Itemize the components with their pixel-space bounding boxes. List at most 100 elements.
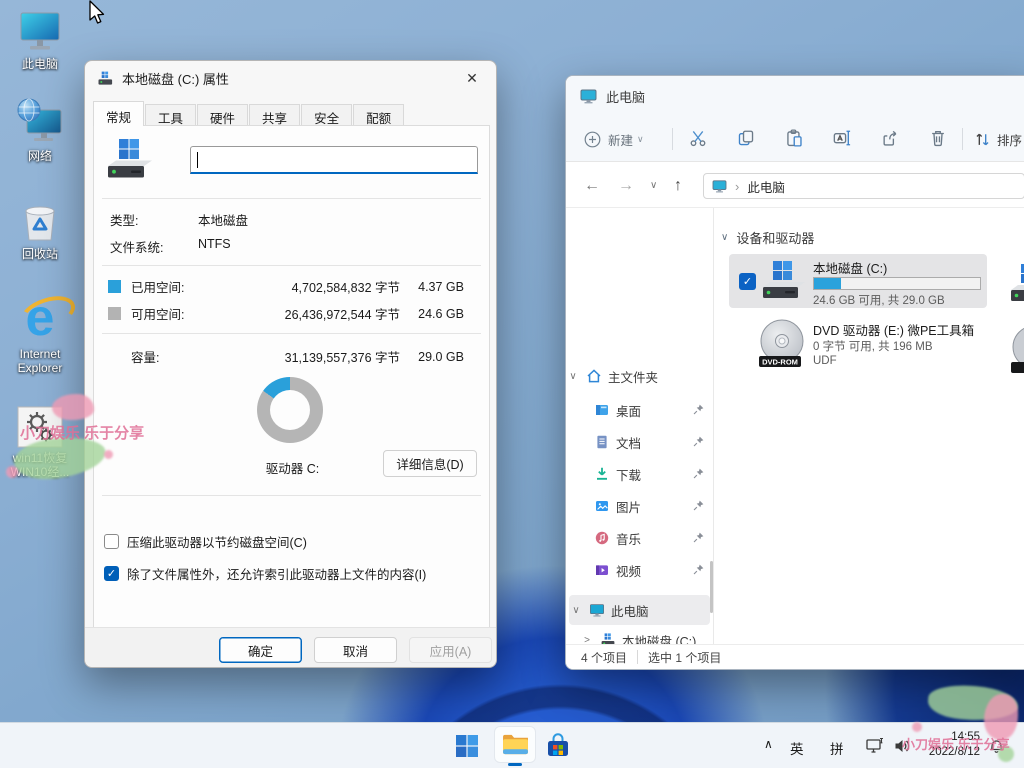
free-space-label: 可用空间: — [131, 304, 250, 323]
this-pc-icon — [712, 180, 727, 193]
selection-count: 选中 1 个项目 — [648, 649, 721, 666]
drive-filesystem: UDF — [813, 355, 837, 367]
explorer-titlebar: 此电脑 新建 ∨ — [566, 76, 1024, 162]
desktop-folder-icon — [594, 402, 610, 418]
capacity-gb: 29.0 GB — [400, 350, 464, 364]
tab-security[interactable]: 安全 — [301, 104, 352, 126]
desktop-icon-label: 回收站 — [22, 247, 58, 261]
network-icon — [15, 100, 65, 146]
trash-icon — [929, 129, 947, 147]
desktop-icon-network[interactable]: 网络 — [4, 100, 76, 163]
desktop-icon-win11-restore[interactable]: win11恢复 WIN10经... — [4, 402, 76, 479]
used-space-row: 已用空间: 4,702,584,832 字节 4.37 GB — [108, 277, 464, 296]
share-button[interactable] — [872, 122, 908, 154]
delete-button[interactable] — [920, 122, 956, 154]
sidebar-item-downloads[interactable]: 下载 — [566, 459, 713, 489]
free-space-gb: 24.6 GB — [400, 307, 464, 321]
windows-drive-icon — [761, 260, 807, 302]
navigation-pane: ∨ 主文件夹 桌面 文档 — [566, 208, 713, 644]
clock[interactable]: 14:55 2022/8/12 — [929, 730, 980, 760]
text-caret — [197, 152, 198, 168]
file-explorer-taskbar-button[interactable] — [494, 726, 536, 763]
checkbox-checked[interactable]: ✓ — [104, 566, 119, 581]
internet-explorer-icon: e — [26, 288, 55, 344]
close-icon[interactable]: ✕ — [454, 63, 490, 93]
tab-tools[interactable]: 工具 — [145, 104, 196, 126]
navigation-bar: ← → ∨ ↑ › 此电脑 — [566, 163, 1024, 208]
desktop-icon-label: 网络 — [28, 149, 52, 163]
videos-icon — [594, 562, 610, 578]
used-space-gb: 4.37 GB — [400, 280, 464, 294]
desktop: 此电脑 网络 回收站 e — [0, 0, 1024, 768]
explorer-window: 此电脑 新建 ∨ — [565, 75, 1024, 670]
sidebar-item-pictures[interactable]: 图片 — [566, 491, 713, 521]
breadcrumb[interactable]: 此电脑 — [747, 177, 785, 196]
status-bar: 4 个项目 选中 1 个项目 — [566, 644, 1024, 669]
sidebar-item-documents[interactable]: 文档 — [566, 427, 713, 457]
sidebar-scrollbar[interactable] — [710, 561, 713, 613]
check-icon: ✓ — [743, 275, 752, 288]
desktop-icon-internet-explorer[interactable]: e Internet Explorer — [4, 288, 76, 375]
pin-icon — [692, 435, 705, 448]
volume-label-input[interactable] — [190, 146, 478, 174]
volume-tray-icon[interactable] — [894, 738, 911, 754]
drive-c-icon — [600, 632, 616, 644]
desktop-icon-recycle-bin[interactable]: 回收站 — [4, 198, 76, 261]
selection-checkbox[interactable]: ✓ — [739, 273, 756, 290]
store-taskbar-button[interactable] — [545, 733, 571, 759]
sidebar-item-music[interactable]: 音乐 — [566, 523, 713, 553]
section-header-devices[interactable]: ∨ 设备和驱动器 — [721, 228, 814, 247]
sidebar-item-this-pc[interactable]: ∨ 此电脑 — [569, 595, 710, 625]
sidebar-item-videos[interactable]: 视频 — [566, 555, 713, 585]
tab-hardware[interactable]: 硬件 — [197, 104, 248, 126]
microsoft-store-icon — [545, 733, 571, 759]
plus-circle-icon — [584, 131, 601, 148]
mouse-cursor — [86, 0, 106, 26]
cancel-button[interactable]: 取消 — [314, 637, 397, 663]
start-button[interactable] — [455, 734, 479, 758]
ime-language-indicator[interactable]: 英 — [790, 738, 804, 758]
network-tray-icon[interactable] — [866, 737, 885, 755]
tray-chevron-icon[interactable]: ∧ — [764, 737, 773, 751]
sidebar-item-desktop[interactable]: 桌面 — [566, 395, 713, 425]
details-button[interactable]: 详细信息(D) — [383, 450, 477, 477]
rename-button[interactable] — [824, 122, 860, 154]
copy-icon — [737, 129, 755, 147]
tab-sharing[interactable]: 共享 — [249, 104, 300, 126]
copy-button[interactable] — [728, 122, 764, 154]
desktop-icon-this-pc[interactable]: 此电脑 — [4, 8, 76, 71]
share-icon — [881, 129, 899, 147]
address-bar[interactable]: › 此电脑 — [703, 173, 1024, 199]
back-button[interactable]: ← — [584, 163, 600, 208]
desktop-icon-label: win11恢复 WIN10经... — [4, 451, 76, 479]
ime-mode-indicator[interactable]: 拼 — [830, 738, 844, 758]
new-button[interactable]: 新建 ∨ — [584, 122, 644, 156]
used-space-label: 已用空间: — [131, 277, 250, 296]
checkbox-unchecked[interactable] — [104, 534, 119, 549]
taskbar: ∧ 英 拼 14:55 2022/8/12 — [0, 722, 1024, 768]
up-button[interactable]: ↑ — [674, 163, 682, 208]
sidebar-item-local-disk-c[interactable]: > 本地磁盘 (C:) — [566, 625, 713, 644]
ok-button[interactable]: 确定 — [219, 637, 302, 663]
drive-tile-dvd-e[interactable]: DVD-ROM DVD 驱动器 (E:) 微PE工具箱 0 字节 可用, 共 1… — [729, 316, 987, 376]
compress-checkbox-row[interactable]: 压缩此驱动器以节约磁盘空间(C) — [104, 532, 307, 551]
filesystem-label: 文件系统: — [110, 237, 163, 256]
forward-button[interactable]: → — [618, 163, 634, 208]
sidebar-item-home[interactable]: ∨ 主文件夹 — [566, 361, 713, 391]
tab-quota[interactable]: 配额 — [353, 104, 404, 126]
notification-bell-icon[interactable] — [988, 737, 1005, 754]
dvd-rom-icon — [1009, 324, 1024, 376]
paste-button[interactable] — [776, 122, 812, 154]
dialog-title: 本地磁盘 (C:) 属性 — [122, 69, 229, 88]
tab-general[interactable]: 常规 — [93, 101, 144, 126]
sort-button[interactable]: 排序 — [974, 122, 1022, 156]
cut-button[interactable] — [680, 122, 716, 154]
apply-button[interactable]: 应用(A) — [409, 637, 492, 663]
drive-name: DVD 驱动器 (E:) 微PE工具箱 — [813, 320, 974, 339]
breadcrumb-separator-icon: › — [735, 179, 739, 194]
drive-caption: 24.6 GB 可用, 共 29.0 GB — [813, 292, 945, 308]
history-chevron-button[interactable]: ∨ — [650, 163, 657, 208]
chevron-down-icon: ∨ — [637, 134, 644, 145]
drive-tile-local-disk-c[interactable]: ✓ 本地磁盘 (C:) 24.6 GB 可用, 共 29.0 GB — [729, 254, 987, 308]
index-checkbox-row[interactable]: ✓ 除了文件属性外，还允许索引此驱动器上文件的内容(I) — [104, 564, 426, 583]
